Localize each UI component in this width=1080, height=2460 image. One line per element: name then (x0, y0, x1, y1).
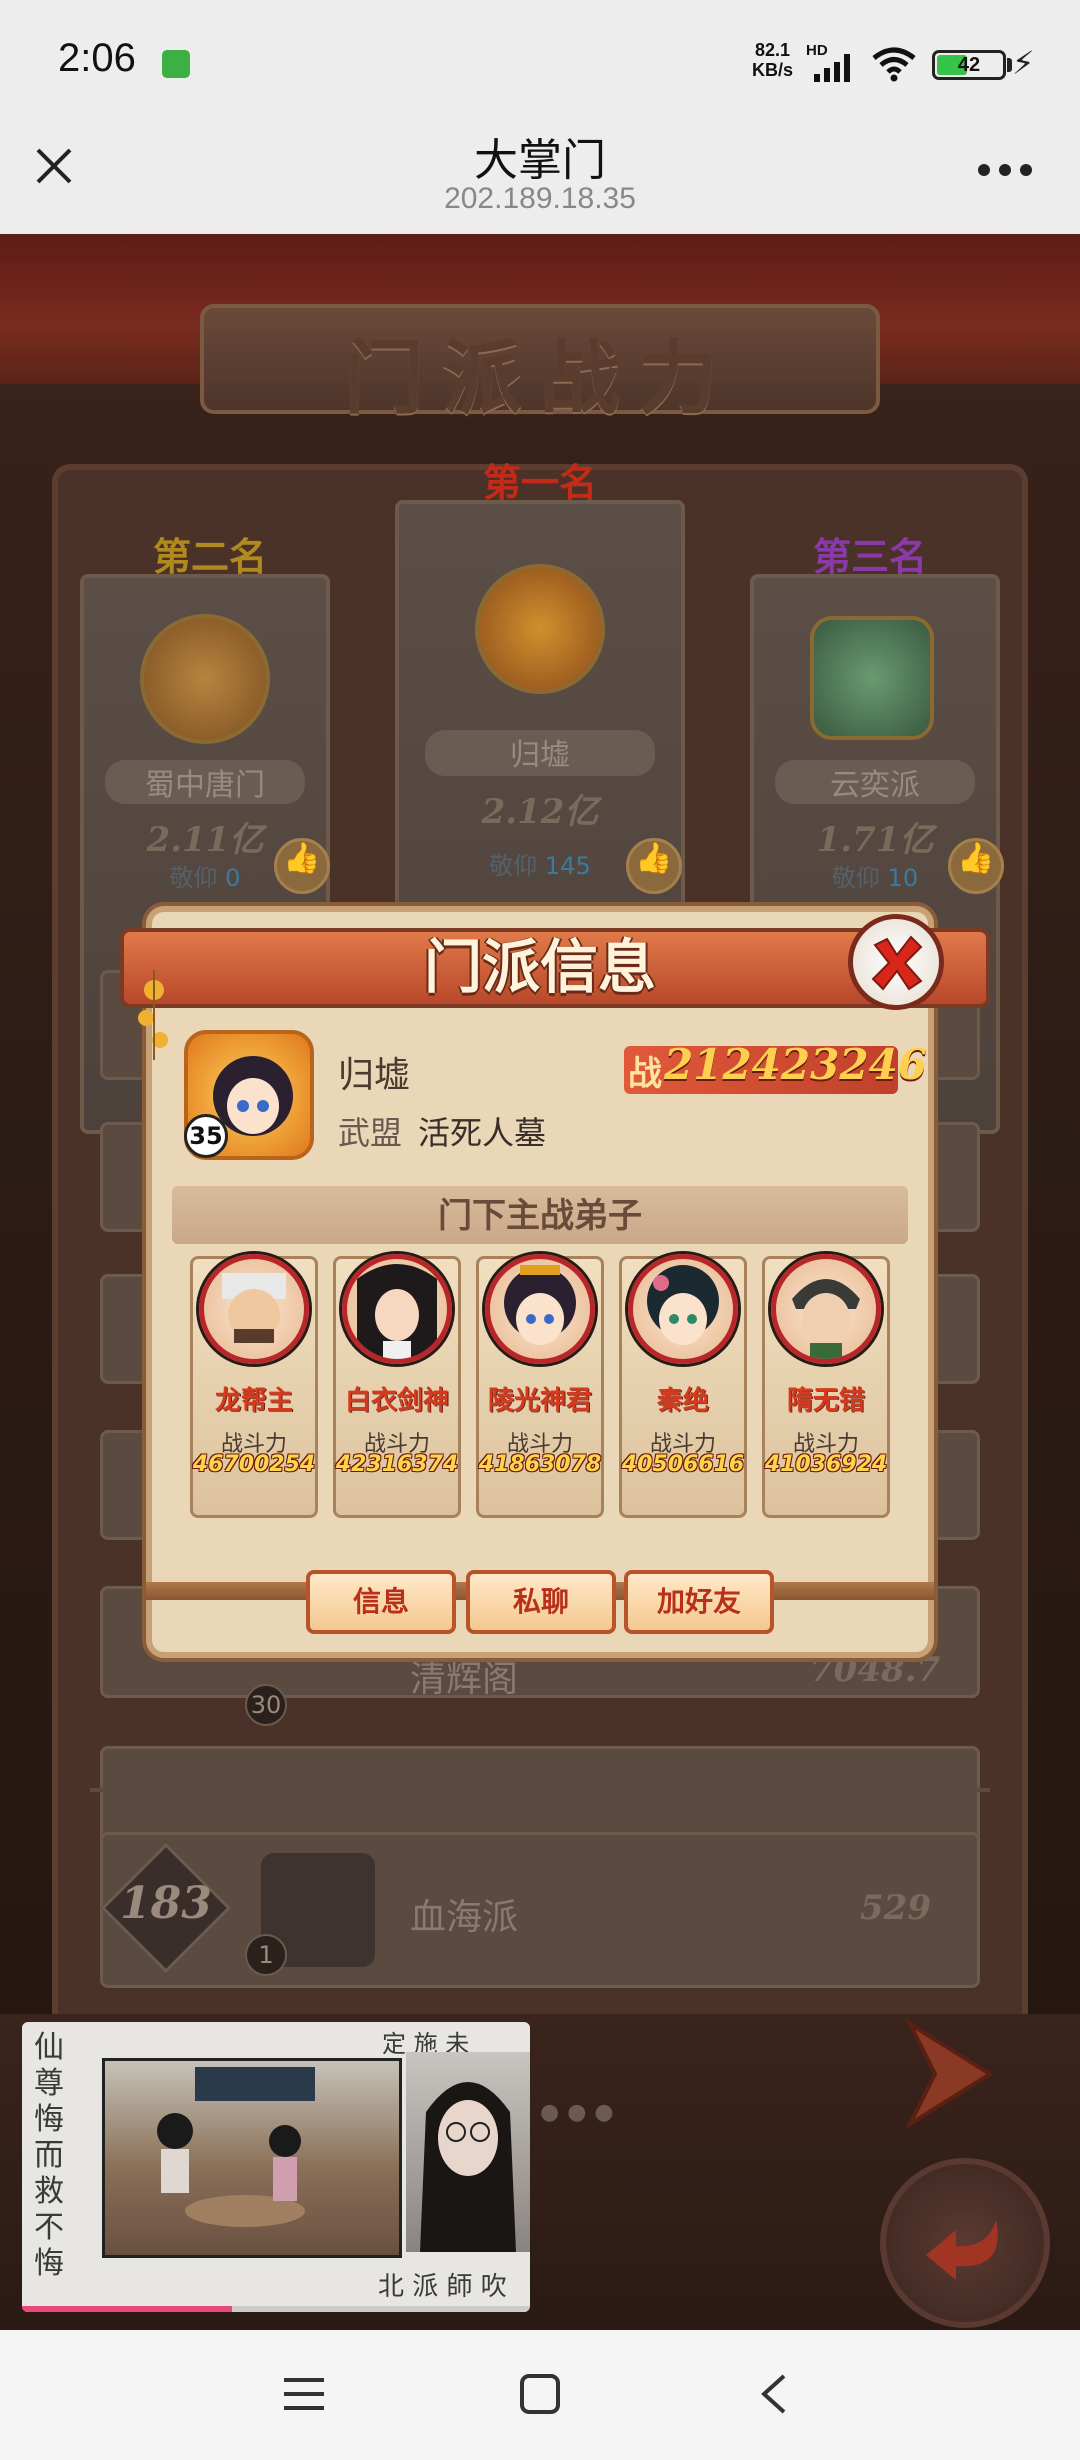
video-progress-bar[interactable] (22, 2306, 530, 2312)
video-progress-fill (22, 2306, 232, 2312)
member-avatar (485, 1254, 595, 1364)
add-friend-button[interactable]: 加好友 (624, 1570, 774, 1634)
member-avatar (199, 1254, 309, 1364)
more-menu-icon[interactable] (978, 164, 1032, 178)
member-power: 40506616 (621, 1452, 745, 1477)
video-game-scene (102, 2058, 402, 2258)
member-power: 46700254 (192, 1452, 316, 1477)
member-avatar (342, 1254, 452, 1364)
member-avatar (628, 1254, 738, 1364)
page-title: 大掌门 (474, 136, 606, 185)
podium-rank-2: 第二名 (152, 534, 267, 579)
member-name: 隋无错 (786, 1386, 865, 1416)
rank-number: 183 (120, 1878, 212, 1929)
flower-ornament-icon (138, 970, 168, 1060)
podium-worship-3: 敬仰 10 (831, 864, 919, 892)
dialog-close-button[interactable] (848, 914, 944, 1010)
system-nav-bar (0, 2330, 1080, 2460)
power-tag: 战 (628, 1054, 662, 1094)
banner-title-plate: 门派战力 (200, 304, 880, 425)
close-x-icon (871, 935, 923, 991)
recent-apps-icon[interactable] (282, 2374, 326, 2414)
member-power: 42316374 (335, 1452, 459, 1477)
video-calligraphy-left: 仙尊悔而救不悔 (34, 2030, 64, 2281)
worship-thumb-icon[interactable]: 👍 (626, 838, 682, 894)
battery-level: 42 (957, 54, 981, 76)
worship-thumb-icon[interactable]: 👍 (274, 838, 330, 894)
sect-power: 529 (860, 1888, 931, 1928)
podium-worship-2: 敬仰 0 (169, 864, 241, 892)
page-dots: ●●● (540, 2100, 622, 2125)
network-speed-unit: KB/s (752, 60, 794, 80)
sect-name: 血海派 (410, 1897, 519, 1938)
back-icon[interactable] (756, 2372, 790, 2416)
podium-worship-1: 敬仰 145 (489, 852, 591, 880)
member-power: 41863078 (478, 1452, 602, 1477)
podium-power-1: 2.12亿 (481, 792, 599, 832)
divider (90, 1788, 990, 1792)
alliance-name: 活死人墓 (418, 1114, 547, 1152)
battery-icon: 42 (932, 50, 1006, 80)
level-badge: 30 (245, 1684, 287, 1726)
leader-name: 归墟 (338, 1055, 411, 1096)
section-title: 门下主战弟子 (438, 1196, 642, 1236)
total-power-value: 212423246 (664, 1040, 928, 1089)
member-power: 41036924 (764, 1452, 888, 1477)
dialog-title: 门派信息 (423, 933, 656, 1001)
signal-icon (814, 54, 850, 82)
podium-avatar-1 (475, 564, 605, 694)
banner-title: 门派战力 (344, 331, 736, 425)
podium-avatar-2 (140, 614, 270, 744)
podium-rank-3: 第三名 (812, 534, 927, 579)
video-calligraphy-bottom: 北 派 師 吹 (378, 2272, 507, 2302)
floating-video-player[interactable]: 仙尊悔而救不悔 定 施 未 北 派 師 吹 (22, 2022, 530, 2312)
leader-level-badge: 35 (184, 1114, 228, 1158)
worship-thumb-icon[interactable]: 👍 (948, 838, 1004, 894)
video-webcam-feed (406, 2052, 530, 2252)
member-name: 白衣剑神 (344, 1386, 449, 1416)
close-icon[interactable] (32, 144, 76, 188)
notification-app-icon (162, 50, 190, 78)
private-chat-button[interactable]: 私聊 (466, 1570, 616, 1634)
member-name: 陵光神君 (487, 1386, 592, 1416)
next-arrow-icon[interactable] (890, 2014, 1010, 2134)
status-time: 2:06 (58, 36, 136, 80)
home-icon[interactable] (518, 2372, 562, 2416)
member-name: 秦绝 (656, 1386, 709, 1416)
podium-rank-1: 第一名 (482, 460, 597, 505)
podium-name-3: 云奕派 (775, 760, 975, 804)
podium-avatar-3 (810, 616, 934, 740)
return-arrow-icon (926, 2220, 998, 2280)
network-speed-value: 82.1 (754, 40, 791, 60)
podium-name-2: 蜀中唐门 (105, 760, 305, 804)
back-button[interactable] (880, 2158, 1050, 2328)
page-url: 202.189.18.35 (444, 182, 636, 215)
info-button[interactable]: 信息 (306, 1570, 456, 1634)
list-row-own-sect[interactable] (100, 1832, 980, 1988)
charging-icon: ⚡ (1012, 44, 1035, 82)
level-badge: 1 (245, 1934, 287, 1976)
network-speed: 82.1 KB/s (752, 40, 793, 80)
member-name: 龙帮主 (214, 1386, 293, 1416)
member-avatar (771, 1254, 881, 1364)
wifi-icon (872, 47, 916, 82)
podium-name-1: 归墟 (425, 730, 655, 776)
alliance-label: 武盟 (338, 1114, 403, 1152)
